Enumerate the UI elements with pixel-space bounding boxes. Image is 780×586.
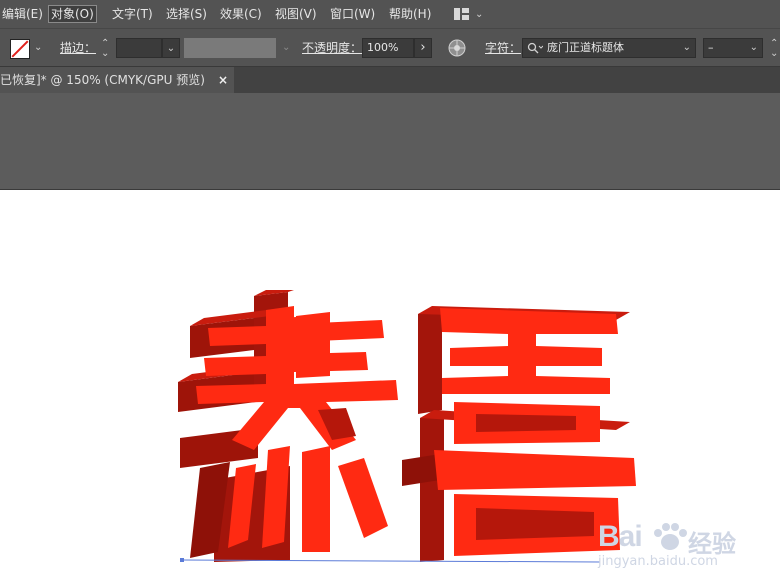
document-tab-title: 已恢复]* @ 150% (CMYK/GPU 预览) (0, 73, 205, 87)
workspace-grid-icon (454, 8, 469, 20)
font-family-value: 庞门正道标题体 (547, 41, 624, 54)
opacity-label: 不透明度： (302, 41, 363, 55)
font-style-field[interactable]: – ⌄ (703, 38, 763, 58)
opacity-field[interactable]: 100% (362, 38, 414, 58)
watermark-brand: Bai (598, 520, 643, 553)
stepper-icon[interactable]: ⌃ ⌄ (101, 39, 109, 59)
document-tab-bar: 已恢复]* @ 150% (CMYK/GPU 预览) × (0, 66, 780, 94)
stroke-weight-dropdown[interactable]: ⌄ (162, 38, 180, 58)
extruded-text-artwork[interactable] (170, 290, 650, 575)
menu-bar: 编辑(E) 对象(O) 文字(T) 选择(S) 效果(C) 视图(V) 窗口(W… (0, 0, 780, 28)
search-icon (527, 42, 543, 54)
menu-window[interactable]: 窗口(W) (328, 6, 377, 22)
chevron-down-icon: ⌄ (682, 42, 691, 53)
stepper-icon[interactable]: ⌃ ⌄ (770, 39, 778, 59)
control-bar: ⌄ 描边： ⌃ ⌄ ⌄ ⌄ 不透明度： 100% › 字符： 庞门正道标题体 ⌄ … (0, 28, 780, 67)
menu-effect[interactable]: 效果(C) (218, 6, 264, 22)
chevron-down-icon: ⌄ (475, 8, 484, 20)
menu-edit[interactable]: 编辑(E) (0, 6, 45, 22)
workspace-switcher[interactable]: ⌄ (454, 6, 483, 22)
menu-view[interactable]: 视图(V) (273, 6, 319, 22)
chevron-down-icon: ⌄ (749, 42, 758, 53)
paw-logo-icon (654, 523, 687, 550)
fill-none-swatch[interactable] (10, 39, 30, 59)
stroke-label: 描边： (60, 41, 97, 55)
menu-select[interactable]: 选择(S) (164, 6, 209, 22)
stroke-weight-field[interactable] (116, 38, 162, 58)
menu-type[interactable]: 文字(T) (110, 6, 155, 22)
menu-help[interactable]: 帮助(H) (387, 6, 433, 22)
character-label: 字符： (485, 41, 522, 55)
stroke-profile-preview[interactable] (184, 38, 276, 58)
font-family-field[interactable]: 庞门正道标题体 ⌄ (522, 38, 696, 58)
chevron-down-icon[interactable]: ⌄ (34, 38, 42, 58)
anchor-point[interactable] (180, 558, 184, 562)
menu-object[interactable]: 对象(O) (48, 5, 97, 23)
chevron-down-icon[interactable]: ⌄ (282, 38, 290, 58)
baidu-watermark: Bai 经验 jingyan.baidu.com (596, 520, 736, 576)
document-tab[interactable]: 已恢复]* @ 150% (CMYK/GPU 预览) × (0, 67, 234, 94)
close-icon[interactable]: × (218, 67, 228, 94)
watermark-url: jingyan.baidu.com (598, 554, 718, 569)
pasteboard (0, 93, 780, 190)
font-style-value: – (708, 41, 714, 54)
recolor-artwork-icon[interactable] (448, 39, 466, 57)
chevron-down-icon: ⌄ (166, 43, 176, 54)
opacity-arrow-button[interactable]: › (414, 38, 432, 58)
